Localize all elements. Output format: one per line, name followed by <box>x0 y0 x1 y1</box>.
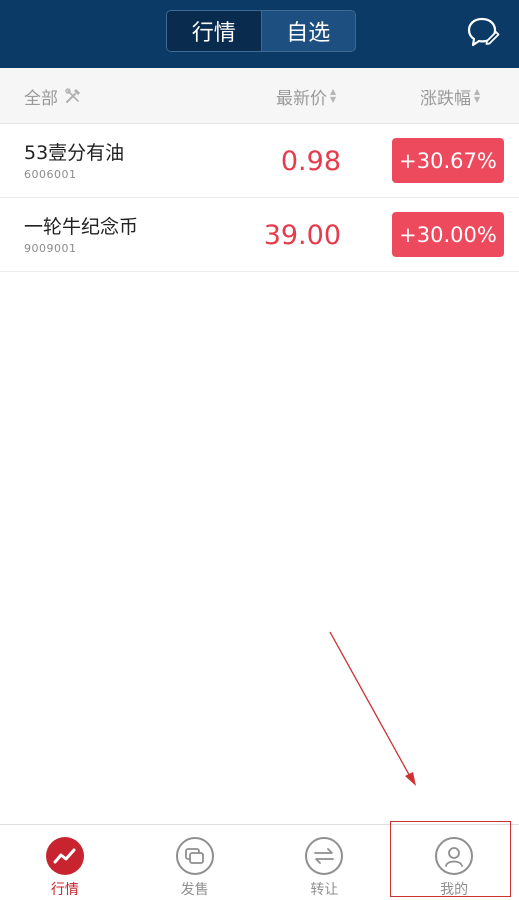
sort-latest-price[interactable]: 最新价 ▲ ▼ <box>276 68 336 124</box>
tab-transfer[interactable]: 转让 <box>260 825 390 900</box>
sort-arrows-icon: ▲ ▼ <box>330 87 337 104</box>
segment-tab-market-label: 行情 <box>191 21 236 46</box>
tab-issue-label: 发售 <box>180 882 209 898</box>
quote-code: 9009001 <box>24 242 77 255</box>
sort-change-pct[interactable]: 涨跌幅 ▲ ▼ <box>420 68 480 124</box>
segment-tab-watchlist-label: 自选 <box>286 21 331 46</box>
tab-issue[interactable]: 发售 <box>130 825 260 900</box>
tab-mine[interactable]: 我的 <box>389 825 519 900</box>
user-icon <box>435 837 474 875</box>
market-segment-control: 行情 自选 <box>166 10 356 52</box>
segment-tab-watchlist[interactable]: 自选 <box>261 11 355 51</box>
quote-row[interactable]: 53壹分有油 6006001 0.98 +30.67% <box>0 124 519 198</box>
tab-transfer-label: 转让 <box>310 882 339 898</box>
bottom-tab-bar: 行情 发售 转让 我的 <box>0 824 519 900</box>
list-header: 全部 最新价 ▲ ▼ 涨跌幅 ▲ ▼ <box>0 68 519 124</box>
change-badge: +30.67% <box>392 138 504 183</box>
top-bar: 行情 自选 <box>0 0 519 68</box>
segment-tab-market[interactable]: 行情 <box>167 11 261 51</box>
quote-row[interactable]: 一轮牛纪念币 9009001 39.00 +30.00% <box>0 198 519 272</box>
sort-arrows-icon: ▲ ▼ <box>474 87 481 104</box>
quote-name: 53壹分有油 <box>24 142 125 164</box>
cards-icon <box>175 837 214 875</box>
quote-price: 39.00 <box>263 219 341 251</box>
chat-edit-button[interactable] <box>466 16 500 48</box>
tab-market[interactable]: 行情 <box>0 825 130 900</box>
trend-chart-icon <box>45 837 84 875</box>
tools-icon <box>65 88 80 103</box>
quote-code: 6006001 <box>24 168 77 181</box>
quote-name: 一轮牛纪念币 <box>24 216 139 238</box>
change-badge: +30.00% <box>392 212 504 257</box>
tab-mine-label: 我的 <box>440 882 469 898</box>
filter-all[interactable]: 全部 <box>24 68 82 124</box>
quote-price: 0.98 <box>280 145 341 177</box>
latest-price-label: 最新价 <box>276 88 327 109</box>
quote-list: 53壹分有油 6006001 0.98 +30.67% 一轮牛纪念币 90090… <box>0 124 519 272</box>
filter-all-label: 全部 <box>24 88 58 109</box>
chat-edit-icon <box>467 17 500 47</box>
change-pct-label: 涨跌幅 <box>420 88 471 109</box>
tab-market-label: 行情 <box>50 882 79 898</box>
transfer-arrows-icon <box>305 837 344 875</box>
